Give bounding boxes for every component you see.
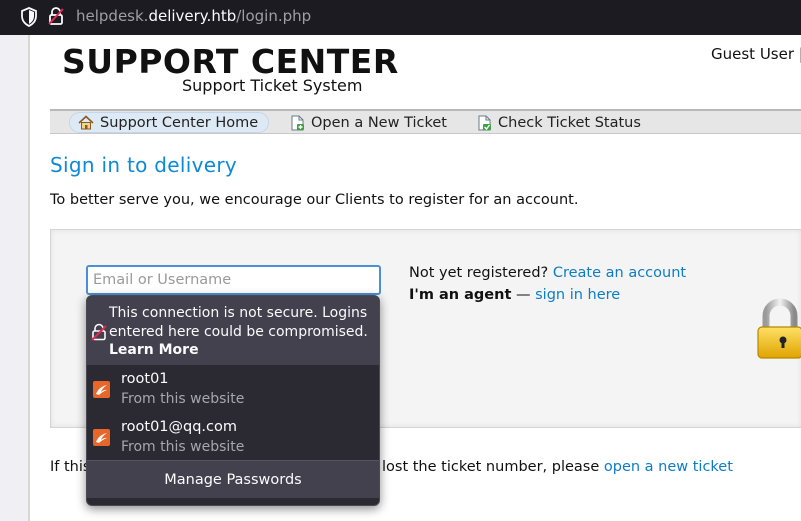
- saved-login-entry[interactable]: root01 From this website: [87, 365, 379, 413]
- logo-title: SUPPORT CENTER: [62, 42, 399, 81]
- tracking-shield-icon[interactable]: [20, 7, 38, 27]
- registration-prompt: Not yet registered? Create an account: [409, 265, 686, 281]
- saved-login-entry[interactable]: root01@qq.com From this website: [87, 413, 379, 461]
- guest-user-label: Guest User |: [711, 45, 801, 63]
- warning-text: This connection is not secure. Logins en…: [109, 305, 368, 340]
- insecure-lock-icon[interactable]: [48, 6, 64, 26]
- nav-item-new-ticket[interactable]: Open a New Ticket: [290, 112, 447, 133]
- intro-text: To better serve you, we encourage our Cl…: [50, 192, 579, 208]
- bottom-help-suffix: lost the ticket number, please: [382, 459, 600, 475]
- site-favicon-icon: [93, 381, 110, 398]
- padlock-icon: [757, 298, 801, 359]
- insecure-login-warning[interactable]: This connection is not secure. Logins en…: [87, 296, 379, 365]
- nav-item-label: Check Ticket Status: [498, 114, 641, 131]
- learn-more-link[interactable]: Learn More: [109, 342, 199, 358]
- saved-source: From this website: [121, 439, 245, 455]
- create-account-link[interactable]: Create an account: [553, 265, 686, 281]
- url-host-prefix: helpdesk.: [76, 7, 149, 25]
- bottom-help-text-start: If this: [50, 459, 91, 475]
- new-ticket-icon: [291, 115, 304, 130]
- not-registered-text: Not yet registered?: [409, 265, 549, 281]
- page-gutter: [0, 35, 30, 521]
- bottom-help-text-end: lost the ticket number, please open a ne…: [382, 459, 733, 475]
- nav-item-label: Support Center Home: [100, 114, 259, 131]
- agent-separator: —: [516, 287, 531, 303]
- manage-passwords-button[interactable]: Manage Passwords: [87, 460, 379, 498]
- email-username-input[interactable]: [86, 265, 381, 295]
- logo-subtitle: Support Ticket System: [182, 76, 363, 95]
- agent-label: I'm an agent: [409, 287, 512, 303]
- saved-username: root01@qq.com: [121, 419, 238, 435]
- frame-divider: [28, 35, 30, 521]
- agent-sign-in-link[interactable]: sign in here: [535, 287, 620, 303]
- autofill-popup: This connection is not secure. Logins en…: [86, 295, 380, 506]
- nav-item-home[interactable]: Support Center Home: [69, 112, 270, 133]
- insecure-lock-icon: [91, 323, 107, 341]
- site-logo[interactable]: SUPPORT CENTER Support Ticket System: [62, 42, 399, 96]
- page-title: Sign in to delivery: [50, 153, 238, 177]
- saved-source: From this website: [121, 391, 245, 407]
- url-host: delivery.htb: [148, 7, 237, 25]
- browser-url-bar[interactable]: helpdesk.delivery.htb/login.php: [0, 0, 801, 35]
- url-text[interactable]: helpdesk.delivery.htb/login.php: [76, 7, 311, 25]
- agent-prompt: I'm an agent — sign in here: [409, 287, 620, 303]
- url-path: /login.php: [236, 7, 312, 25]
- main-nav: Support Center Home Open a New Ticket Ch…: [50, 109, 801, 134]
- saved-username: root01: [121, 371, 169, 387]
- ticket-status-icon: [478, 115, 491, 130]
- home-icon: [78, 115, 94, 130]
- nav-item-label: Open a New Ticket: [311, 114, 447, 131]
- nav-item-ticket-status[interactable]: Check Ticket Status: [477, 112, 641, 133]
- site-favicon-icon: [93, 429, 110, 446]
- open-new-ticket-link[interactable]: open a new ticket: [604, 459, 733, 475]
